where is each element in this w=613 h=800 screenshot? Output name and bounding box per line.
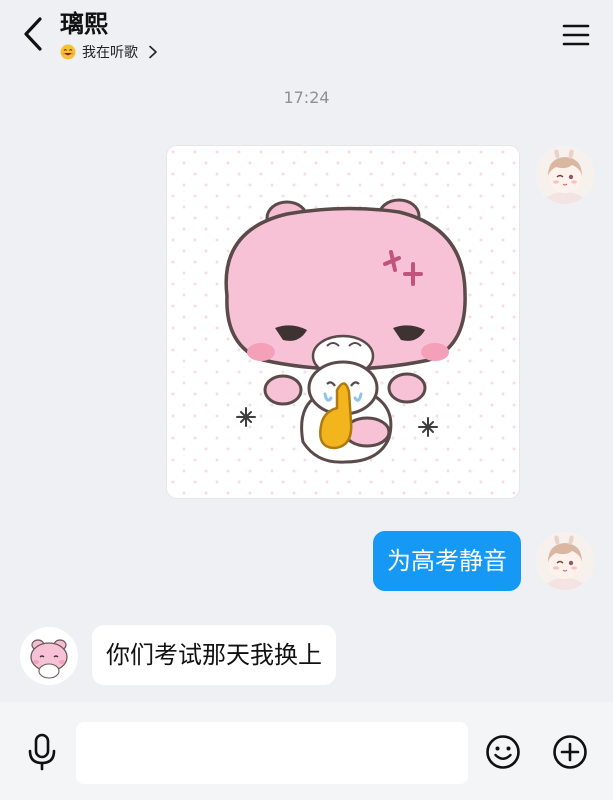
my-avatar[interactable] [536,146,594,204]
chat-screen: 璃熙 我在听歌 17:24 为高考静音 你们考试那天我换上 [0,0,613,800]
incoming-message-bubble[interactable]: 你们考试那天我换上 [92,625,336,685]
status-label: 我在听歌 [82,45,138,61]
more-options-button[interactable] [552,734,588,770]
menu-button[interactable] [559,18,593,52]
contact-name[interactable]: 璃熙 [60,8,158,40]
smiley-face-icon [486,735,520,769]
chevron-left-icon [24,17,42,51]
contact-status[interactable]: 我在听歌 [60,42,158,62]
message-timestamp: 17:24 [283,88,330,107]
contact-avatar[interactable] [20,627,78,685]
voice-input-button[interactable] [24,732,60,772]
sticker-message[interactable] [167,146,519,498]
back-button[interactable] [16,14,50,54]
chat-title: 璃熙 我在听歌 [60,8,158,66]
message-input[interactable] [76,722,468,784]
plus-circle-icon [553,735,587,769]
message-input-bar [0,702,613,800]
pink-bear-hush-sticker [167,146,519,498]
grinning-face-icon [60,44,76,60]
message-list[interactable]: 17:24 为高考静音 你们考试那天我换上 [0,72,613,702]
hamburger-menu-icon [562,24,590,46]
my-avatar[interactable] [536,532,594,590]
chat-header: 璃熙 我在听歌 [0,0,613,72]
emoji-button[interactable] [485,734,521,770]
chevron-right-icon [149,45,157,59]
outgoing-message-bubble[interactable]: 为高考静音 [373,531,521,591]
microphone-icon [28,733,56,771]
